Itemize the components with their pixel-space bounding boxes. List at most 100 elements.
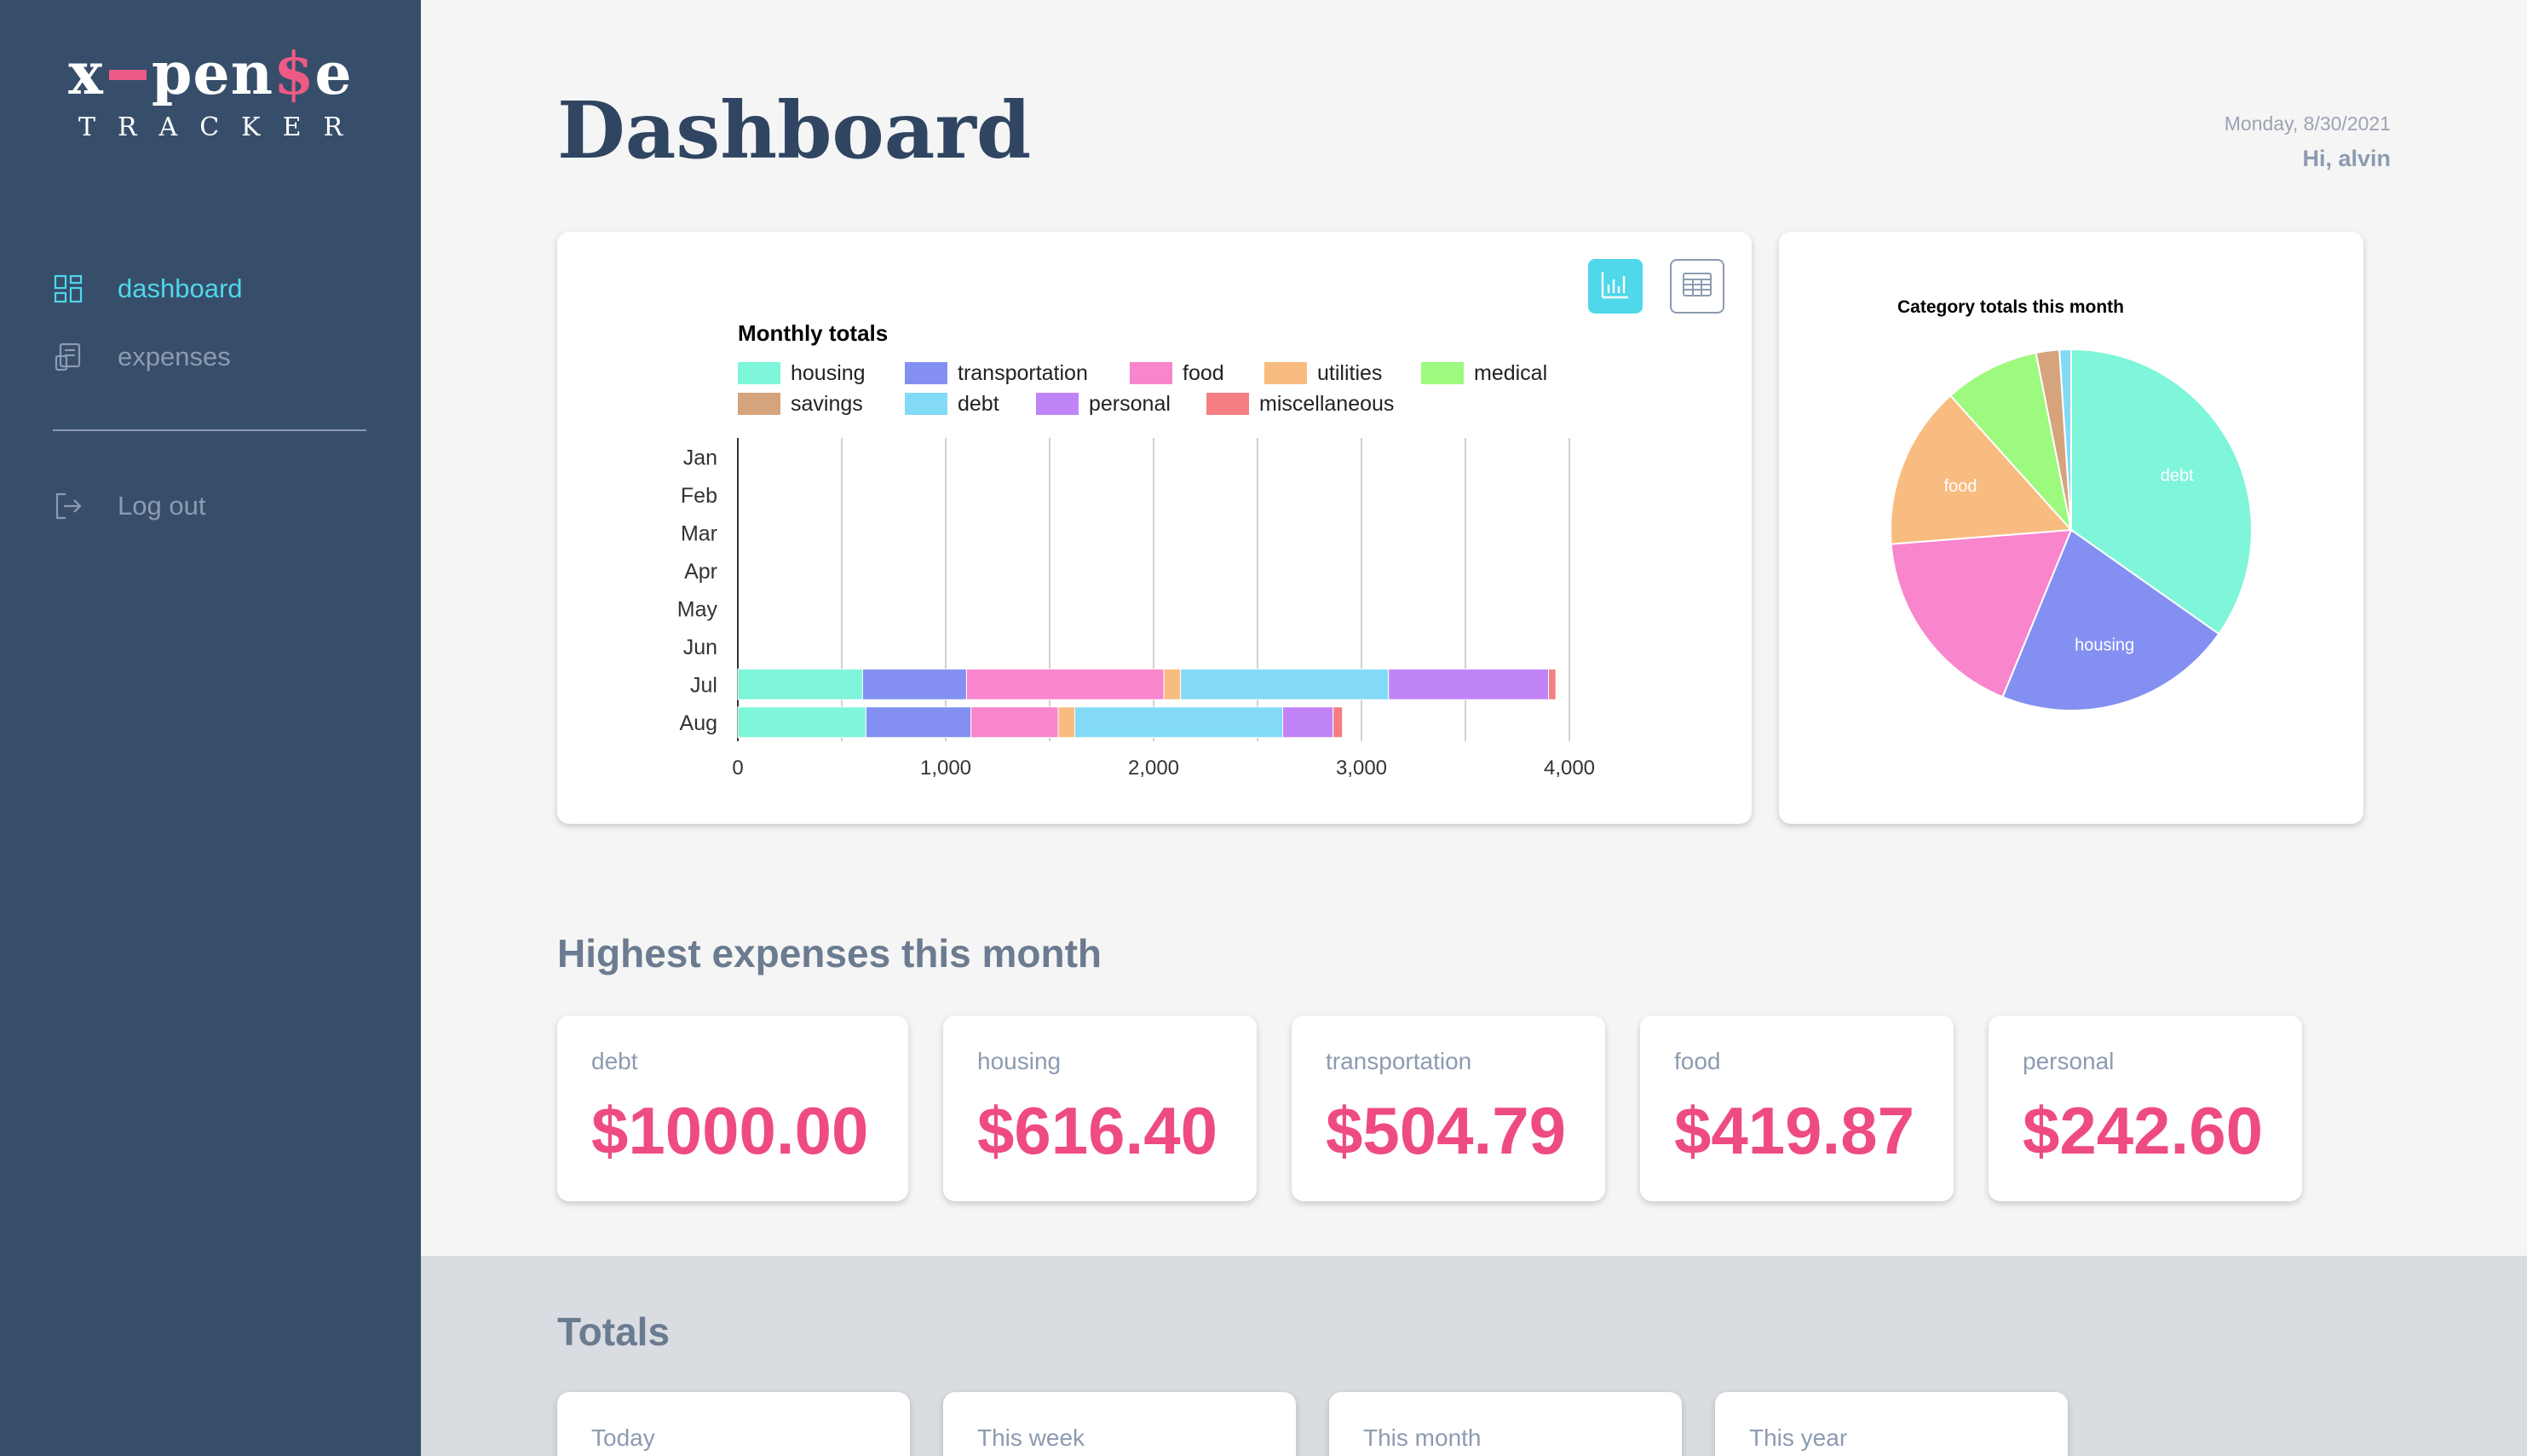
expense-card-value: $616.40 [977,1093,1217,1168]
logout-button[interactable]: Log out [53,483,205,529]
expense-card-label: personal [2023,1048,2115,1074]
chart-title: Monthly totals [738,320,888,346]
total-card-label: This year [1749,1424,1848,1451]
legend-swatch-housing [738,362,780,384]
legend-swatch-transportation [905,362,947,384]
expense-card-value: $1000.00 [591,1093,869,1168]
pie-label-debt: debt [2161,467,2194,486]
table-icon [1683,272,1712,301]
bar-segment-utilities [1057,706,1076,739]
main-nav: dashboard expenses [53,266,368,402]
category-totals-chart: Category totals this month debt housing foo… [1890,297,2253,711]
y-tick-label: Mar [681,521,717,545]
user-greeting: Hi, alvin [2302,146,2391,171]
legend-swatch-personal [1036,393,1079,415]
y-tick-label: Apr [684,560,717,584]
nav-label-dashboard: dashboard [118,273,243,303]
total-card-label: This month [1363,1424,1482,1451]
expense-card-debt: debt $1000.00 [557,1016,908,1201]
pie-label-food: food [1944,477,1977,496]
expense-card-transportation: transportation $504.79 [1292,1016,1605,1201]
expense-card-label: debt [591,1048,638,1074]
total-card-year: This year [1715,1392,2068,1456]
totals-title: Totals [557,1309,671,1354]
bar-chart-icon [1600,269,1631,304]
x-tick-label: 0 [732,757,743,780]
legend-label-miscellaneous: miscellaneous [1259,392,1394,416]
legend-label-utilities: utilities [1317,361,1382,385]
bar-segment-personal [1282,706,1334,739]
total-card-label: This week [977,1424,1085,1451]
legend-swatch-medical [1421,362,1464,384]
app-logo[interactable]: x pen$e TRACKER [53,41,368,142]
expense-card-label: transportation [1326,1048,1472,1074]
y-tick-label: Feb [681,484,717,508]
monthly-totals-card: Monthly totals housing transportation food u… [557,232,1752,824]
dashboard-icon [53,273,83,304]
receipt-icon [53,342,83,372]
expense-card-housing: housing $616.40 [943,1016,1257,1201]
nav-item-expenses[interactable]: expenses [53,334,368,380]
bar-segment-food [970,706,1059,739]
x-tick-label: 2,000 [1128,757,1179,780]
bar-segment-utilities [1163,668,1182,700]
y-tick-label: Jan [683,446,717,469]
expense-card-label: housing [977,1048,1062,1074]
bar-segment-housing [737,668,863,700]
pie-label-housing: housing [2075,636,2134,654]
bar-view-button[interactable] [1588,259,1643,314]
expense-card-value: $242.60 [2023,1093,2263,1168]
category-totals-card: Category totals this month debt housing foo… [1779,232,2363,824]
legend-label-savings: savings [791,392,863,416]
bar-segment-personal [1388,668,1550,700]
x-tick-label: 4,000 [1544,757,1595,780]
page-title: Dashboard [557,84,1032,176]
y-tick-label: May [677,597,718,621]
expense-card-value: $419.87 [1674,1093,1914,1168]
current-date: Monday, 8/30/2021 [2224,112,2391,135]
total-card-month: This month [1329,1392,1682,1456]
y-tick-label: Jul [690,673,717,697]
legend-label-housing: housing [791,361,866,385]
total-card-week: This week [943,1392,1296,1456]
nav-item-dashboard[interactable]: dashboard [53,266,368,312]
nav-label-expenses: expenses [118,342,231,371]
highest-expenses-title: Highest expenses this month [557,931,1102,975]
bar-segment-housing [737,706,866,739]
legend-swatch-debt [905,393,947,415]
bar-segment-debt [1180,668,1390,700]
legend-label-debt: debt [958,392,999,416]
expense-card-food: food $419.87 [1640,1016,1954,1201]
bar-segment-miscellaneous [1333,706,1344,739]
legend-swatch-savings [738,393,780,415]
expense-card-personal: personal $242.60 [1989,1016,2302,1201]
y-tick-label: Aug [680,711,717,735]
legend-swatch-food [1130,362,1172,384]
monthly-totals-chart: Monthly totals housing transportation food u… [677,320,1595,780]
total-card-label: Today [591,1424,655,1451]
x-tick-label: 1,000 [920,757,971,780]
expense-card-value: $504.79 [1326,1093,1566,1168]
logout-label: Log out [118,491,206,521]
expense-card-label: food [1674,1048,1721,1074]
bar-segment-transportation [861,668,967,700]
legend-label-medical: medical [1474,361,1547,385]
bar-segment-transportation [865,706,972,739]
bar-segment-debt [1074,706,1284,739]
x-tick-label: 3,000 [1336,757,1387,780]
y-tick-label: Jun [683,636,717,659]
total-card-today: Today [557,1392,910,1456]
sidebar: x pen$e TRACKER dashboard expenses Log o… [0,0,421,1456]
header-user-info: Monday, 8/30/2021 Hi, alvin [2225,112,2391,172]
logo-subtitle: TRACKER [78,112,366,142]
legend-label-transportation: transportation [958,361,1088,385]
table-view-button[interactable] [1670,259,1724,314]
logout-icon [53,491,83,521]
legend-label-food: food [1183,361,1224,385]
legend-label-personal: personal [1089,392,1171,416]
bar-segment-food [965,668,1165,700]
logo-wordmark: x pen$e [68,40,353,108]
legend-swatch-utilities [1264,362,1307,384]
bar-segment-miscellaneous [1548,668,1557,700]
legend-swatch-miscellaneous [1206,393,1249,415]
